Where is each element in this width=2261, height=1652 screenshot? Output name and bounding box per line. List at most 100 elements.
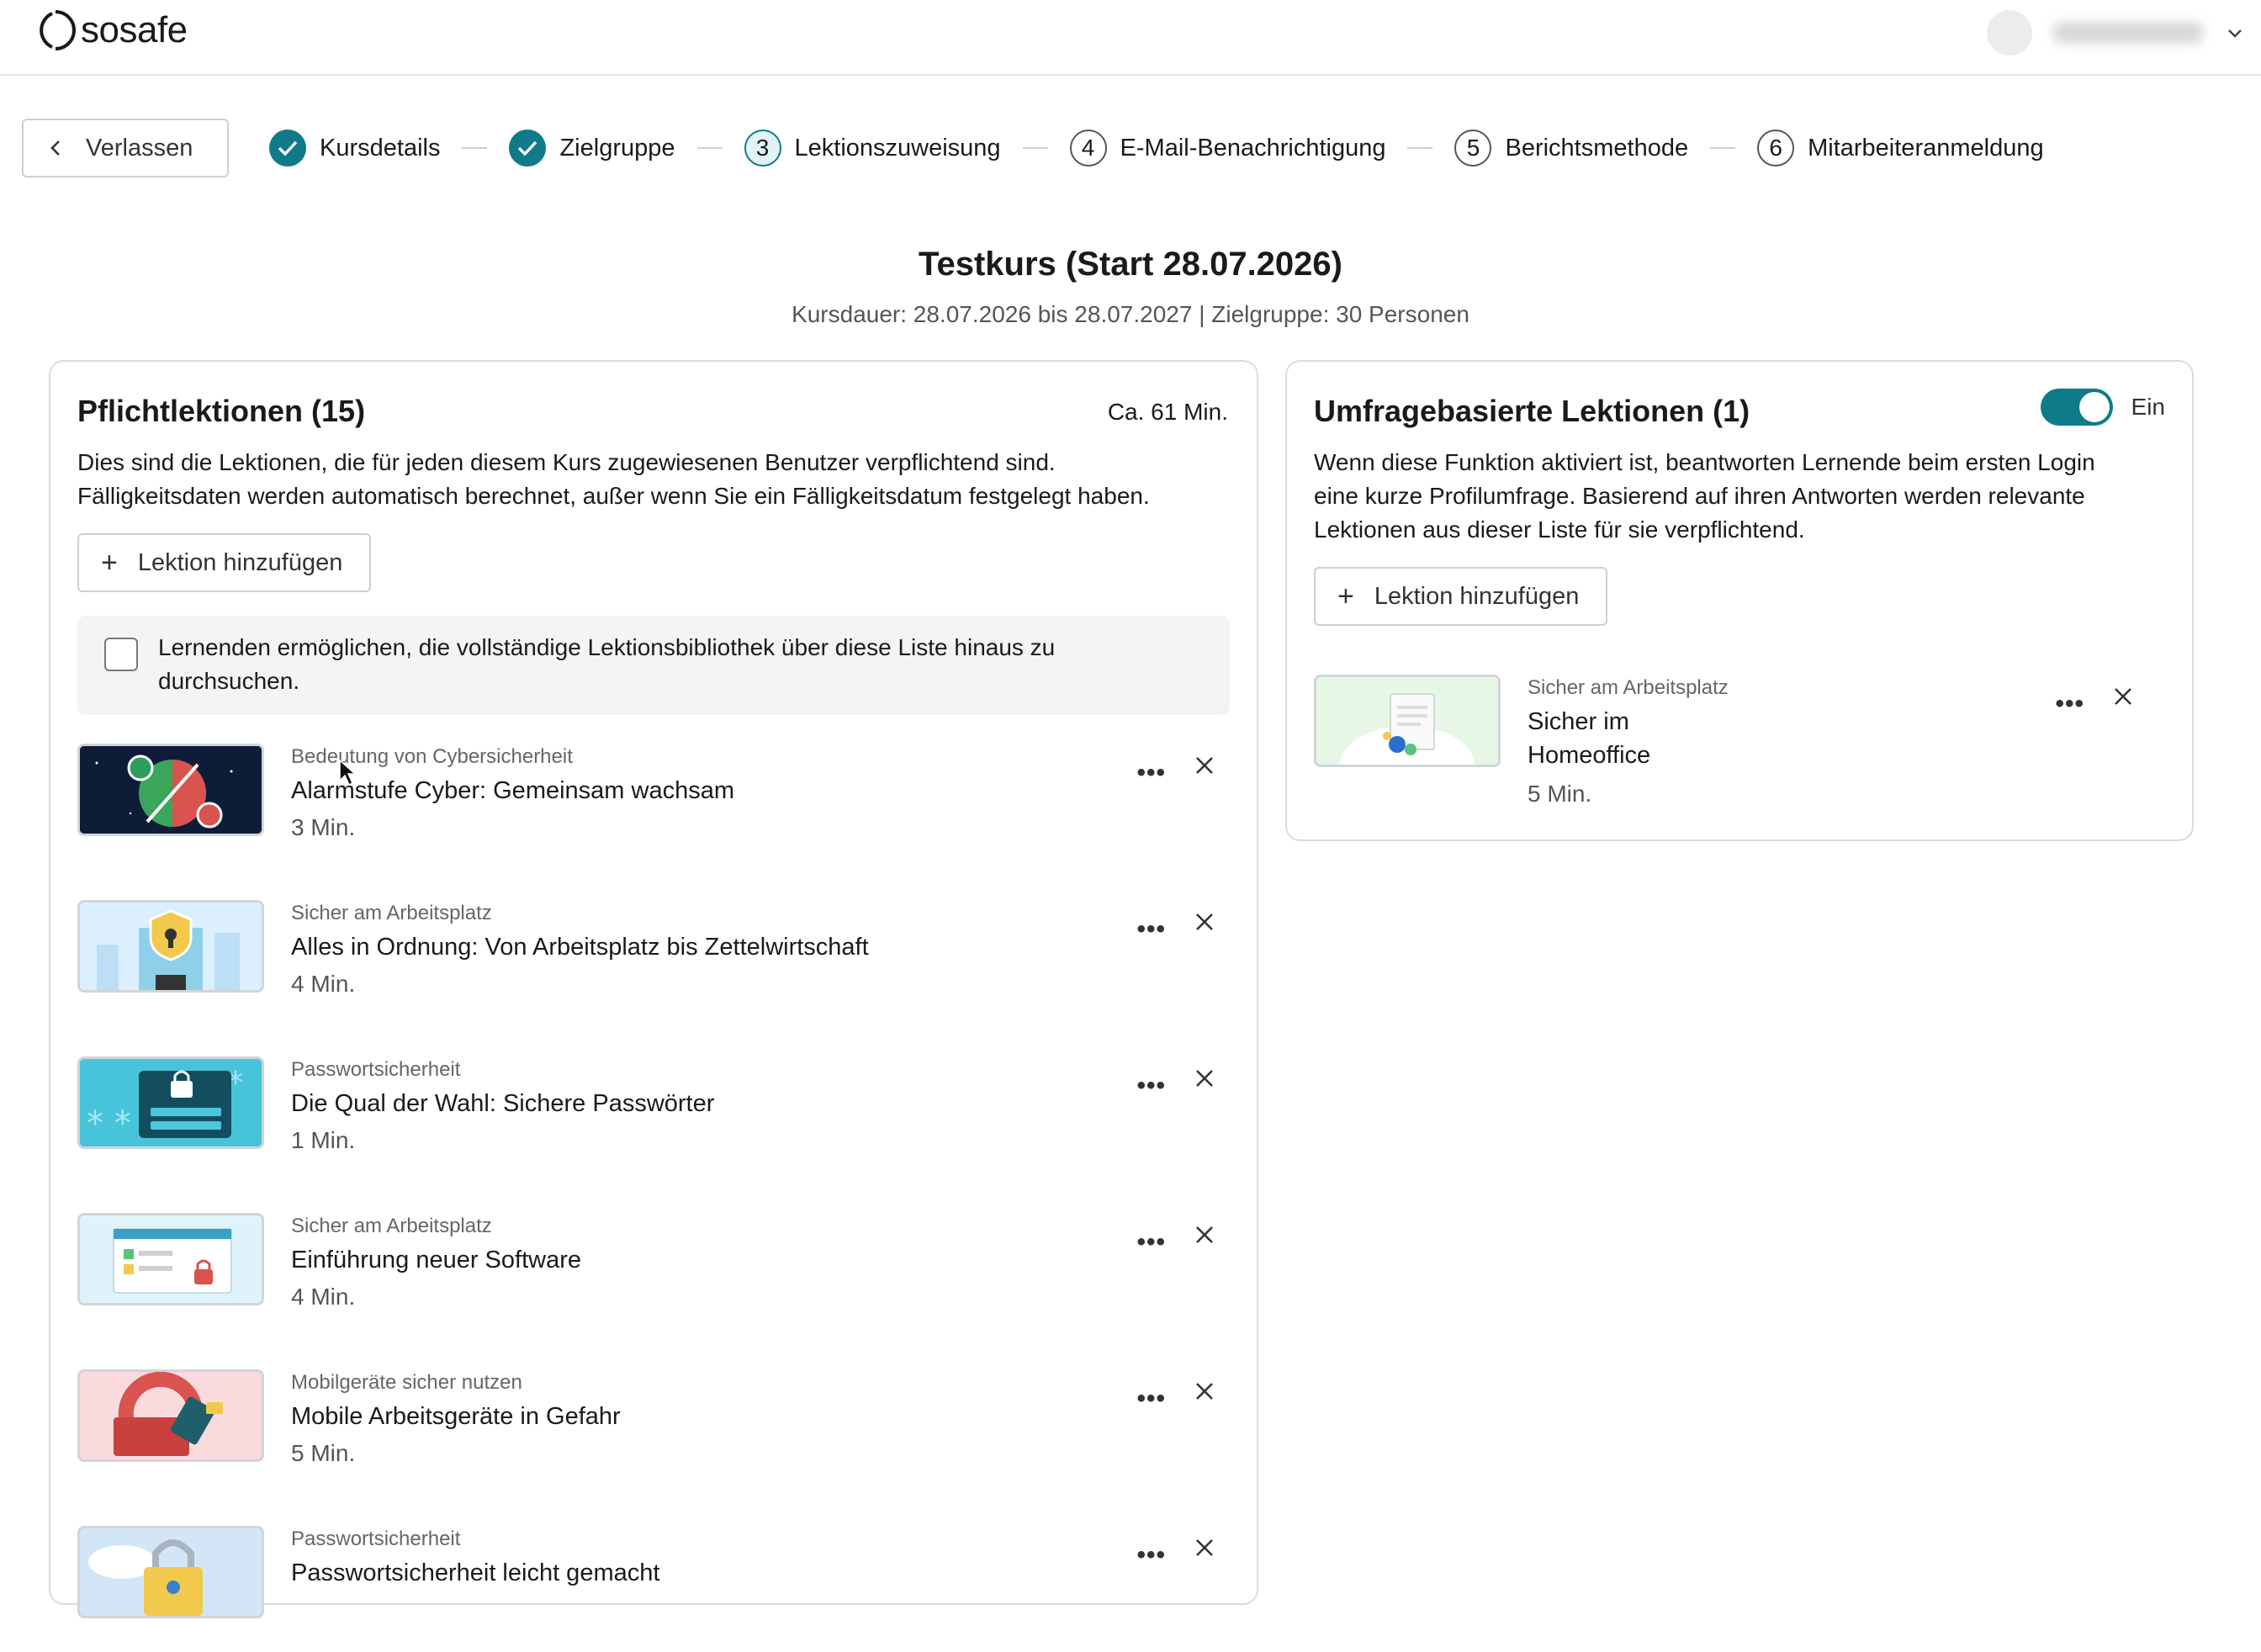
toggle-knob [2079,392,2110,422]
step-berichtsmethode[interactable]: 5 Berichtsmethode [1454,130,1688,167]
lesson-item[interactable]: Sicher am Arbeitsplatz Einführung neuer … [77,1213,1230,1339]
globe-shield-illustration-icon [80,746,262,834]
checkbox-label-line: Lernenden ermöglichen, die vollständige … [158,634,1056,660]
more-options-icon[interactable]: ••• [1136,915,1166,944]
lesson-item[interactable]: Mobilgeräte sicher nutzen Mobile Arbeits… [77,1369,1230,1496]
library-access-checkbox[interactable] [104,638,138,671]
sosafe-logo[interactable]: sosafe [34,8,188,52]
step-mitarbeiteranmeldung[interactable]: 6 Mitarbeiteranmeldung [1757,130,2044,167]
step-separator [1022,147,1048,149]
course-subtitle: Kursdauer: 28.07.2026 bis 28.07.2027 | Z… [792,301,1469,327]
library-access-option[interactable]: Lernenden ermöglichen, die vollständige … [77,616,1230,715]
leave-button[interactable]: Verlassen [22,119,229,177]
lesson-item[interactable]: Sicher am Arbeitsplatz Alles in Ordnung:… [77,900,1230,1026]
lesson-thumbnail [77,1526,264,1618]
survey-toggle[interactable] [2041,389,2113,426]
description-line: Wenn diese Funktion aktiviert ist, beant… [1314,449,2095,475]
lesson-title: Mobile Arbeitsgeräte in Gefahr [291,1403,621,1430]
more-options-icon[interactable]: ••• [1136,1228,1166,1257]
lesson-thumbnail [77,1213,264,1305]
close-icon[interactable] [1193,1536,1216,1559]
lesson-category: Passwortsicherheit [291,1058,461,1081]
total-duration: Ca. 61 Min. [1107,399,1228,425]
lesson-thumbnail [77,744,264,836]
step-label: Kursdetails [320,134,441,161]
panel-title: Pflichtlektionen (15) [77,394,366,428]
lesson-item[interactable]: Passwortsicherheit Passwortsicherheit le… [77,1526,1230,1652]
logo-mark-icon [34,9,76,51]
add-lesson-button[interactable]: + Lektion hinzufügen [1314,567,1608,626]
wizard-stepper: Verlassen Kursdetails Zielgruppe 3 Lekti… [22,118,2044,178]
lesson-thumbnail [1314,675,1501,767]
close-icon[interactable] [1193,1223,1216,1247]
plus-icon: + [101,546,118,579]
more-options-icon[interactable]: ••• [1136,1072,1166,1100]
user-menu[interactable] [1987,10,2244,56]
step-number: 5 [1454,130,1492,167]
avatar[interactable] [1987,10,2032,56]
checkbox-label-line: durchsuchen. [158,668,300,694]
lesson-duration: 5 Min. [1528,781,1592,807]
leave-label: Verlassen [86,134,193,161]
step-label: Lektionszuweisung [794,134,1001,161]
chevron-down-icon[interactable] [2226,24,2244,42]
lesson-duration: 5 Min. [291,1440,356,1466]
lesson-item[interactable]: Sicher am Arbeitsplatz Sicher im Homeoff… [1314,675,2165,807]
close-icon[interactable] [1193,754,1216,777]
more-options-icon[interactable]: ••• [2055,690,2084,718]
building-lock-illustration-icon [80,903,262,990]
add-lesson-button[interactable]: + Lektion hinzufügen [77,533,372,592]
user-name-blurred [2052,22,2204,44]
lesson-category: Sicher am Arbeitsplatz [1528,676,1729,699]
close-icon[interactable] [1193,910,1216,934]
lesson-category: Passwortsicherheit [291,1528,461,1550]
lesson-title: Sicher im Homeoffice [1528,705,1650,772]
more-options-icon[interactable]: ••• [1136,759,1166,787]
survey-lessons-panel: Umfragebasierte Lektionen (1) Ein Wenn d… [1285,360,2194,841]
toggle-label: Ein [2131,394,2165,420]
laptop-magnet-illustration-icon [80,1372,262,1459]
step-done-check-icon [509,130,547,167]
close-icon[interactable] [2111,685,2135,708]
login-lock-illustration-icon: * * * [80,1059,262,1146]
mandatory-lessons-panel: Pflichtlektionen (15) Ca. 61 Min. Dies s… [49,360,1258,1618]
plus-icon: + [1337,580,1354,612]
lesson-duration: 3 Min. [291,814,356,840]
lesson-title: Die Qual der Wahl: Sichere Passwörter [291,1090,715,1117]
step-done-check-icon [269,130,306,167]
step-label: E-Mail-Benachrichtigung [1120,134,1386,161]
document-wifi-illustration-icon [1316,677,1498,765]
course-title: Testkurs (Start 28.07.2026) [919,246,1342,283]
step-label: Berichtsmethode [1505,134,1689,161]
description-line: Fälligkeitsdaten werden automatisch bere… [77,483,1150,509]
description-line: Lektionen aus dieser Liste für sie verpf… [1314,516,1805,543]
checkbox-label: Lernenden ermöglichen, die vollständige … [158,631,1168,698]
step-separator [462,147,488,149]
step-separator [1407,147,1433,149]
panel-title: Umfragebasierte Lektionen (1) [1314,394,1750,428]
panel-description: Dies sind die Lektionen, die für jeden d… [77,446,1238,513]
lesson-title-line: Homeoffice [1528,742,1651,769]
step-lektionszuweisung[interactable]: 3 Lektionszuweisung [744,130,1001,167]
lesson-title-line: Sicher im [1528,708,1629,735]
more-options-icon[interactable]: ••• [1136,1385,1166,1413]
description-line: eine kurze Profilumfrage. Basierend auf … [1314,483,2085,509]
step-number: 4 [1069,130,1107,167]
lesson-item[interactable]: Bedeutung von Cybersicherheit Alarmstufe… [77,744,1230,870]
lesson-category: Mobilgeräte sicher nutzen [291,1371,522,1394]
lesson-duration: 4 Min. [291,971,356,997]
add-lesson-label: Lektion hinzufügen [137,548,343,576]
close-icon[interactable] [1193,1379,1216,1403]
lesson-item[interactable]: * * * Passwortsicherheit Die Qual der Wa… [77,1056,1230,1183]
add-lesson-label: Lektion hinzufügen [1374,582,1580,610]
mouse-cursor-icon [339,759,357,786]
step-number: 6 [1757,130,1795,167]
more-options-icon[interactable]: ••• [1136,1541,1166,1570]
step-zielgruppe[interactable]: Zielgruppe [509,130,675,167]
close-icon[interactable] [1193,1067,1216,1090]
step-kursdetails[interactable]: Kursdetails [269,130,440,167]
step-separator [696,147,723,149]
lesson-duration: 1 Min. [291,1127,356,1153]
lesson-title: Alles in Ordnung: Von Arbeitsplatz bis Z… [291,934,869,961]
step-email-benachrichtigung[interactable]: 4 E-Mail-Benachrichtigung [1069,130,1386,167]
